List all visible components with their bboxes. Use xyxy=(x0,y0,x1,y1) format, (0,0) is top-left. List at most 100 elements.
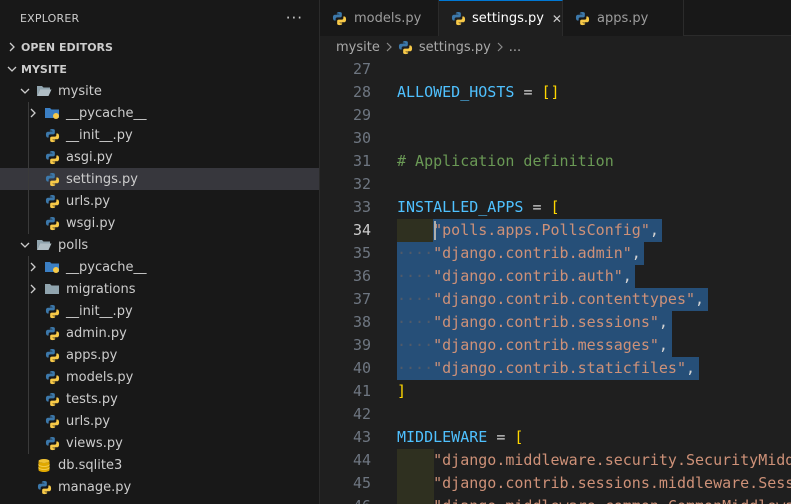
chevron-down-icon[interactable] xyxy=(18,86,32,96)
tree-item-label: admin.py xyxy=(66,325,127,341)
code-line[interactable]: 39 ···· "django.contrib.messages", xyxy=(320,334,791,357)
tree-item-label: polls xyxy=(58,237,89,253)
tab-settings-py[interactable]: settings.py ✕ xyxy=(439,0,563,36)
breadcrumb-more[interactable]: ... xyxy=(509,40,521,55)
indent-guide xyxy=(28,212,29,234)
whitespace-dots: ···· xyxy=(397,336,434,354)
code-text: "django.contrib.sessions", xyxy=(433,313,668,331)
python-icon xyxy=(44,435,60,451)
tree-item-init-py[interactable]: __init__.py xyxy=(0,124,319,146)
line-number: 29 xyxy=(352,106,371,124)
tree-item-wsgi-py[interactable]: wsgi.py xyxy=(0,212,319,234)
tree-item-apps-py[interactable]: apps.py xyxy=(0,344,319,366)
code-line[interactable]: 33 INSTALLED_APPS = [ xyxy=(320,196,791,219)
tree-item-pycache[interactable]: __pycache__ xyxy=(0,256,319,278)
code-line[interactable]: 41] xyxy=(320,380,791,403)
code-line[interactable]: 32 xyxy=(320,173,791,196)
code-line[interactable]: 38 ···· "django.contrib.sessions", xyxy=(320,311,791,334)
tree-item-admin-py[interactable]: admin.py xyxy=(0,322,319,344)
indent-guide xyxy=(28,300,29,322)
code-editor[interactable]: 27 28 ALLOWED_HOSTS = [] 29 30 31 # Applicatio… xyxy=(320,58,791,504)
line-number: 35 xyxy=(352,244,371,262)
folder-open-icon xyxy=(36,237,52,253)
tree-item-models-py[interactable]: models.py xyxy=(0,366,319,388)
code-line[interactable]: 44 "django.middleware.security.SecurityMi… xyxy=(320,449,791,472)
code-line[interactable]: 37 ···· "django.contrib.contenttypes", xyxy=(320,288,791,311)
breadcrumb-file[interactable]: settings.py xyxy=(419,40,491,55)
tree-item-label: apps.py xyxy=(66,347,118,363)
tree-item-pycache[interactable]: __pycache__ xyxy=(0,102,319,124)
tree-item-tests-py[interactable]: tests.py xyxy=(0,388,319,410)
tree-item-label: views.py xyxy=(66,435,123,451)
breadcrumb-folder[interactable]: mysite xyxy=(336,40,380,55)
tree-item-label: settings.py xyxy=(66,171,138,187)
code-line[interactable]: 27 xyxy=(320,58,791,81)
python-icon xyxy=(398,39,414,55)
code-line[interactable]: 36 ···· "django.contrib.auth", xyxy=(320,265,791,288)
code-line[interactable]: 46 "django.middleware.common.CommonMiddle… xyxy=(320,495,791,504)
line-number: 44 xyxy=(352,451,371,469)
tree-item-label: tests.py xyxy=(66,391,118,407)
tree-item-init-py[interactable]: __init__.py xyxy=(0,300,319,322)
tree-item-migrations[interactable]: migrations xyxy=(0,278,319,300)
code-line[interactable]: 29 xyxy=(320,104,791,127)
whitespace-dots: ···· xyxy=(397,244,434,262)
code-line[interactable]: 42 xyxy=(320,403,791,426)
code-line[interactable]: 45 "django.contrib.sessions.middleware.Se… xyxy=(320,472,791,495)
tree-item-urls-py[interactable]: urls.py xyxy=(0,410,319,432)
code-line[interactable]: 40 ···· "django.contrib.staticfiles", xyxy=(320,357,791,380)
python-icon xyxy=(44,391,60,407)
tree-item-label: manage.py xyxy=(58,479,132,495)
tree-item-manage-py[interactable]: manage.py xyxy=(0,476,319,498)
indent-guide xyxy=(28,432,29,454)
tree-item-asgi-py[interactable]: asgi.py xyxy=(0,146,319,168)
whitespace-dots: ···· xyxy=(397,290,434,308)
indent-guide xyxy=(28,102,29,124)
python-folder-icon xyxy=(44,105,60,121)
code-line[interactable]: 43 MIDDLEWARE = [ xyxy=(320,426,791,449)
tab-models-py[interactable]: models.py xyxy=(320,0,439,36)
indent-guide xyxy=(28,344,29,366)
whitespace-dots: ···· xyxy=(397,267,434,285)
code-text: "django.contrib.contenttypes", xyxy=(433,290,705,308)
tree-item-label: __init__.py xyxy=(66,127,133,143)
chevron-down-icon[interactable] xyxy=(18,240,32,250)
line-number: 36 xyxy=(352,267,371,285)
tree-item-label: urls.py xyxy=(66,413,111,429)
project-section[interactable]: MYSITE xyxy=(0,58,319,80)
code-text: "django.contrib.auth", xyxy=(433,267,632,285)
tree-item-views-py[interactable]: views.py xyxy=(0,432,319,454)
code-line[interactable]: 31 # Application definition xyxy=(320,150,791,173)
line-number: 41 xyxy=(352,382,371,400)
tree-item-label: __init__.py xyxy=(66,303,133,319)
code-line[interactable]: 28 ALLOWED_HOSTS = [] xyxy=(320,81,791,104)
tab-apps-py[interactable]: apps.py xyxy=(563,0,684,36)
whitespace-dots: ···· xyxy=(397,359,434,377)
tree-item-mysite[interactable]: mysite xyxy=(0,80,319,102)
line-number: 31 xyxy=(352,152,371,170)
indent-highlight xyxy=(397,472,434,495)
chevron-right-icon xyxy=(496,42,504,52)
python-icon xyxy=(44,171,60,187)
tab-label: settings.py xyxy=(472,11,544,26)
indent-guide xyxy=(28,322,29,344)
project-label: MYSITE xyxy=(21,62,67,76)
python-folder-icon xyxy=(44,259,60,275)
code-line[interactable]: 34 "polls.apps.PollsConfig", xyxy=(320,219,791,242)
python-icon xyxy=(44,369,60,385)
more-actions-icon[interactable]: ··· xyxy=(286,10,303,26)
code-line[interactable]: 30 xyxy=(320,127,791,150)
tree-item-polls[interactable]: polls xyxy=(0,234,319,256)
line-number: 42 xyxy=(352,405,371,423)
indent-highlight xyxy=(397,219,434,242)
tree-item-urls-py[interactable]: urls.py xyxy=(0,190,319,212)
line-number: 43 xyxy=(352,428,371,446)
code-line[interactable]: 35 ···· "django.contrib.admin", xyxy=(320,242,791,265)
python-icon xyxy=(44,347,60,363)
close-icon[interactable]: ✕ xyxy=(552,12,562,26)
code-text: ALLOWED_HOSTS = [] xyxy=(397,83,560,101)
open-editors-section[interactable]: OPEN EDITORS xyxy=(0,36,319,58)
tree-item-settings-py[interactable]: settings.py xyxy=(0,168,319,190)
code-text: ] xyxy=(397,382,407,400)
tree-item-db-sqlite3[interactable]: db.sqlite3 xyxy=(0,454,319,476)
